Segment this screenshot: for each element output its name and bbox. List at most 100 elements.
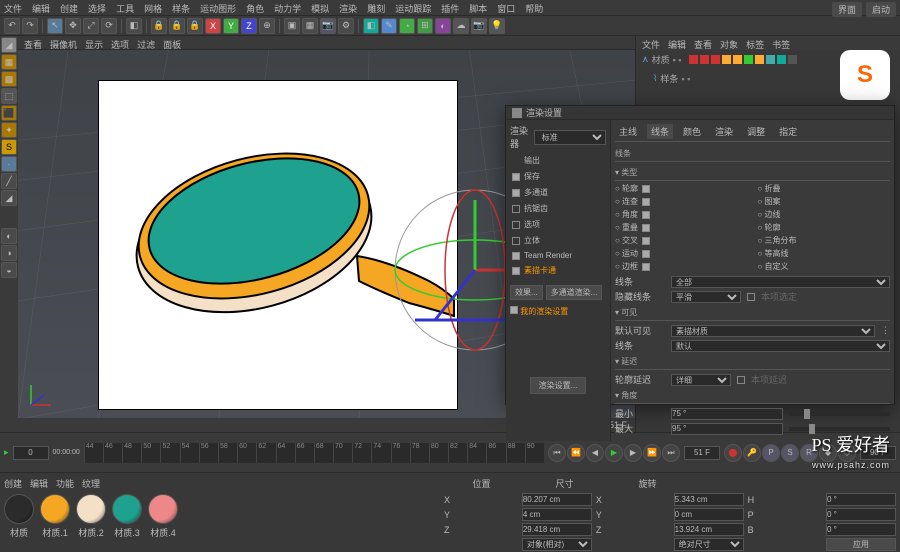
settings-item[interactable]: 立体 [510,234,606,247]
lock-y-icon[interactable]: 🔒 [169,18,185,34]
prev-frame-icon[interactable]: ◀ [586,444,604,462]
type-option[interactable]: ○ 交叉 [615,235,748,246]
make-editable-icon[interactable]: ◢ [1,37,17,53]
menu-文件[interactable]: 文件 [4,2,22,13]
vp-tab[interactable]: 查看 [24,38,42,47]
line-select[interactable]: 全部 [671,276,890,288]
record-icon[interactable]: ⬤ [724,444,742,462]
menu-网格[interactable]: 网格 [144,2,162,13]
settings-item[interactable]: 保存 [510,170,606,183]
menu-渲染[interactable]: 渲染 [339,2,357,13]
section-visible[interactable]: ▾ 可见 [615,305,890,321]
type-option[interactable]: ○ 图案 [758,196,891,207]
vp-tab[interactable]: 摄像机 [50,38,77,47]
type-option[interactable]: ○ 轮廓 [758,222,891,233]
axis-y-icon[interactable]: Y [223,18,239,34]
type-option[interactable]: ○ 三角分布 [758,235,891,246]
redo-icon[interactable]: ↷ [22,18,38,34]
settings-item[interactable]: 素描卡通 [510,264,606,277]
menu-模拟[interactable]: 模拟 [311,2,329,13]
start-frame-input[interactable] [13,446,49,460]
om-tab[interactable]: 查看 [694,38,712,48]
settings-item[interactable]: 选项 [510,218,606,231]
isoline-icon[interactable]: ◒ [1,262,17,278]
vis-select[interactable]: 素描材质 [671,325,875,337]
coord-tab[interactable]: 旋转 [610,477,685,490]
menu-选择[interactable]: 选择 [88,2,106,13]
material-item[interactable]: 材质.1 [40,494,70,539]
recent-tool-icon[interactable]: ◧ [126,18,142,34]
z-pos-input[interactable] [522,523,592,536]
cube-primitive-icon[interactable]: ◧ [363,18,379,34]
material-item[interactable]: 材质.3 [112,494,142,539]
size-mode-select[interactable]: 绝对尺寸 [674,538,744,551]
lock-x-icon[interactable]: 🔒 [151,18,167,34]
mat-tab[interactable]: 编辑 [30,477,48,490]
move-tool-icon[interactable]: ✥ [65,18,81,34]
vp-tab[interactable]: 选项 [111,38,129,47]
point-mode-icon[interactable]: · [1,156,17,172]
menu-窗口[interactable]: 窗口 [497,2,515,13]
vis2-select[interactable]: 默认 [671,340,890,352]
texture-mode-icon[interactable]: ▩ [1,71,17,87]
menu-创建[interactable]: 创建 [60,2,78,13]
next-key-icon[interactable]: ⏩ [643,444,661,462]
section-angle[interactable]: ▾ 角度 [615,388,890,404]
axis-x-icon[interactable]: X [205,18,221,34]
my-settings[interactable]: 我的渲染设置 [510,306,606,317]
effect-button[interactable]: 效果... [510,285,543,300]
camera-icon[interactable]: 📷 [471,18,487,34]
array-icon[interactable]: ⊞ [417,18,433,34]
menu-运动跟踪[interactable]: 运动跟踪 [395,2,431,13]
apply-button[interactable]: 应用 [826,538,896,551]
undo-icon[interactable]: ↶ [4,18,20,34]
light-icon[interactable]: 💡 [489,18,505,34]
angle-min-slider[interactable] [789,412,890,416]
autokey-icon[interactable]: 🔑 [743,444,761,462]
menu-角色[interactable]: 角色 [246,2,264,13]
viewport-solo-icon[interactable]: ◐ [1,228,17,244]
effect-button[interactable]: 多通道渲染... [546,285,603,300]
vp-tab[interactable]: 显示 [85,38,103,47]
goto-end-icon[interactable]: ⏭ [662,444,680,462]
material-item[interactable]: 材质 [4,494,34,539]
goto-start-icon[interactable]: ⏮ [548,444,566,462]
type-option[interactable]: ○ 折叠 [758,183,891,194]
mat-tab[interactable]: 创建 [4,477,22,490]
y-size-input[interactable] [674,508,744,521]
type-option[interactable]: ○ 边框 [615,261,748,272]
vp-tab[interactable]: 面板 [163,38,181,47]
b-rot-input[interactable] [826,523,896,536]
mat-tab[interactable]: 纹理 [82,477,100,490]
type-option[interactable]: ○ 重叠 [615,222,748,233]
coord-mode-select[interactable]: 对象(相对) [522,538,592,551]
model-mode-icon[interactable]: ▦ [1,54,17,70]
axis-z-icon[interactable]: Z [241,18,257,34]
menu-工具[interactable]: 工具 [116,2,134,13]
type-option[interactable]: ○ 等高线 [758,248,891,259]
timeline-track[interactable]: 4446485052545658606264666870727476788082… [84,443,544,463]
render-settings-button[interactable]: 渲染设置... [530,377,587,394]
mat-tab[interactable]: 功能 [56,477,74,490]
key-pos-icon[interactable]: P [762,444,780,462]
y-pos-input[interactable] [522,508,592,521]
menu-脚本[interactable]: 脚本 [469,2,487,13]
angle-max-slider[interactable] [789,427,890,431]
edge-mode-icon[interactable]: ╱ [1,173,17,189]
vp-tab[interactable]: 过滤 [137,38,155,47]
menu-雕刻[interactable]: 雕刻 [367,2,385,13]
render-view-icon[interactable]: ▣ [284,18,300,34]
scale-tool-icon[interactable]: ⤢ [83,18,99,34]
dlg-tab[interactable]: 颜色 [679,124,705,139]
hide-select[interactable]: 平滑 [671,291,741,303]
type-option[interactable]: ○ 轮廓 [615,183,748,194]
delay-select[interactable]: 详细 [671,374,731,386]
settings-item[interactable]: 多通道 [510,186,606,199]
coord-tab[interactable]: 位置 [444,477,519,490]
x-size-input[interactable] [674,493,744,506]
nurbs-icon[interactable]: ◔ [399,18,415,34]
workplane-icon[interactable]: ⬚ [1,88,17,104]
material-item[interactable]: 材质.2 [76,494,106,539]
settings-item[interactable]: 抗锯齿 [510,202,606,215]
object-mode-icon[interactable]: ⬛ [1,105,17,121]
